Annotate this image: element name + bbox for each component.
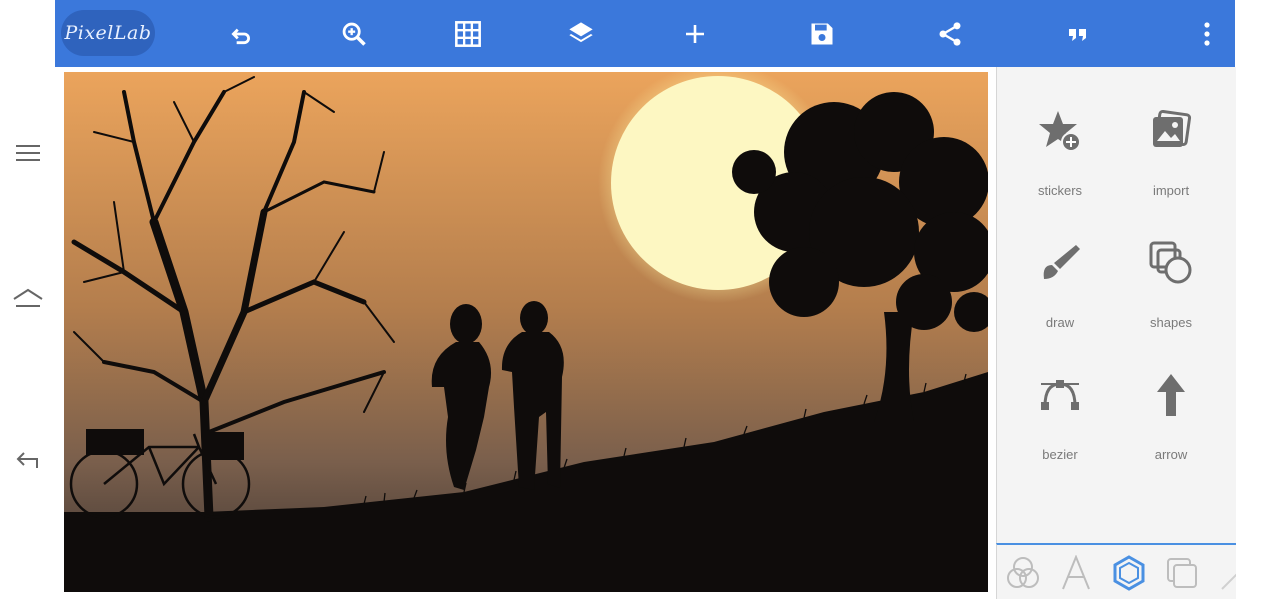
sunset-silhouette-image xyxy=(64,72,988,592)
tool-label: stickers xyxy=(1037,183,1083,198)
undo-icon[interactable] xyxy=(220,13,262,55)
shapes-icon xyxy=(1116,235,1226,291)
tool-label: import xyxy=(1152,183,1190,198)
arrow-tool[interactable]: arrow xyxy=(1116,341,1226,462)
tool-label: arrow xyxy=(1154,447,1188,462)
save-icon[interactable] xyxy=(801,13,843,55)
draw-tool[interactable]: draw xyxy=(1005,209,1115,330)
add-icon[interactable] xyxy=(674,13,716,55)
grid-icon[interactable] xyxy=(447,13,489,55)
screen-edge xyxy=(1235,0,1280,597)
tool-label: shapes xyxy=(1150,315,1192,330)
share-icon[interactable] xyxy=(929,13,971,55)
shapes-tool[interactable]: shapes xyxy=(1116,209,1226,330)
system-nav-bar xyxy=(0,0,55,597)
top-toolbar: PixelLab xyxy=(55,0,1235,67)
duplicate-icon[interactable] xyxy=(1160,551,1204,595)
artwork-canvas[interactable] xyxy=(64,72,988,592)
bezier-tool[interactable]: bezier xyxy=(1005,341,1115,462)
shape-hexagon-icon[interactable] xyxy=(1107,551,1151,595)
star-plus-icon xyxy=(1005,103,1115,159)
text-icon[interactable] xyxy=(1054,551,1098,595)
tool-label: bezier xyxy=(1042,447,1078,462)
menu-icon[interactable] xyxy=(8,133,48,173)
more-icon[interactable] xyxy=(1213,551,1236,595)
image-import-icon xyxy=(1116,103,1226,159)
brush-icon xyxy=(1005,235,1115,291)
tool-label: draw xyxy=(1045,315,1075,330)
import-tool[interactable]: import xyxy=(1116,77,1226,198)
stickers-tool[interactable]: stickers xyxy=(1005,77,1115,198)
arrow-up-icon xyxy=(1116,367,1226,423)
bezier-icon xyxy=(1005,367,1115,423)
more-vert-icon[interactable] xyxy=(1186,13,1228,55)
home-icon[interactable] xyxy=(8,278,48,318)
layers-icon[interactable] xyxy=(560,13,602,55)
back-icon[interactable] xyxy=(8,440,48,480)
zoom-icon[interactable] xyxy=(333,13,375,55)
tools-panel: stickers import draw shapes bezier arrow xyxy=(996,67,1236,543)
app-logo[interactable]: PixelLab xyxy=(61,10,155,56)
bottom-tab-bar xyxy=(996,543,1236,599)
quote-icon[interactable] xyxy=(1057,13,1099,55)
blend-icon[interactable] xyxy=(1001,551,1045,595)
